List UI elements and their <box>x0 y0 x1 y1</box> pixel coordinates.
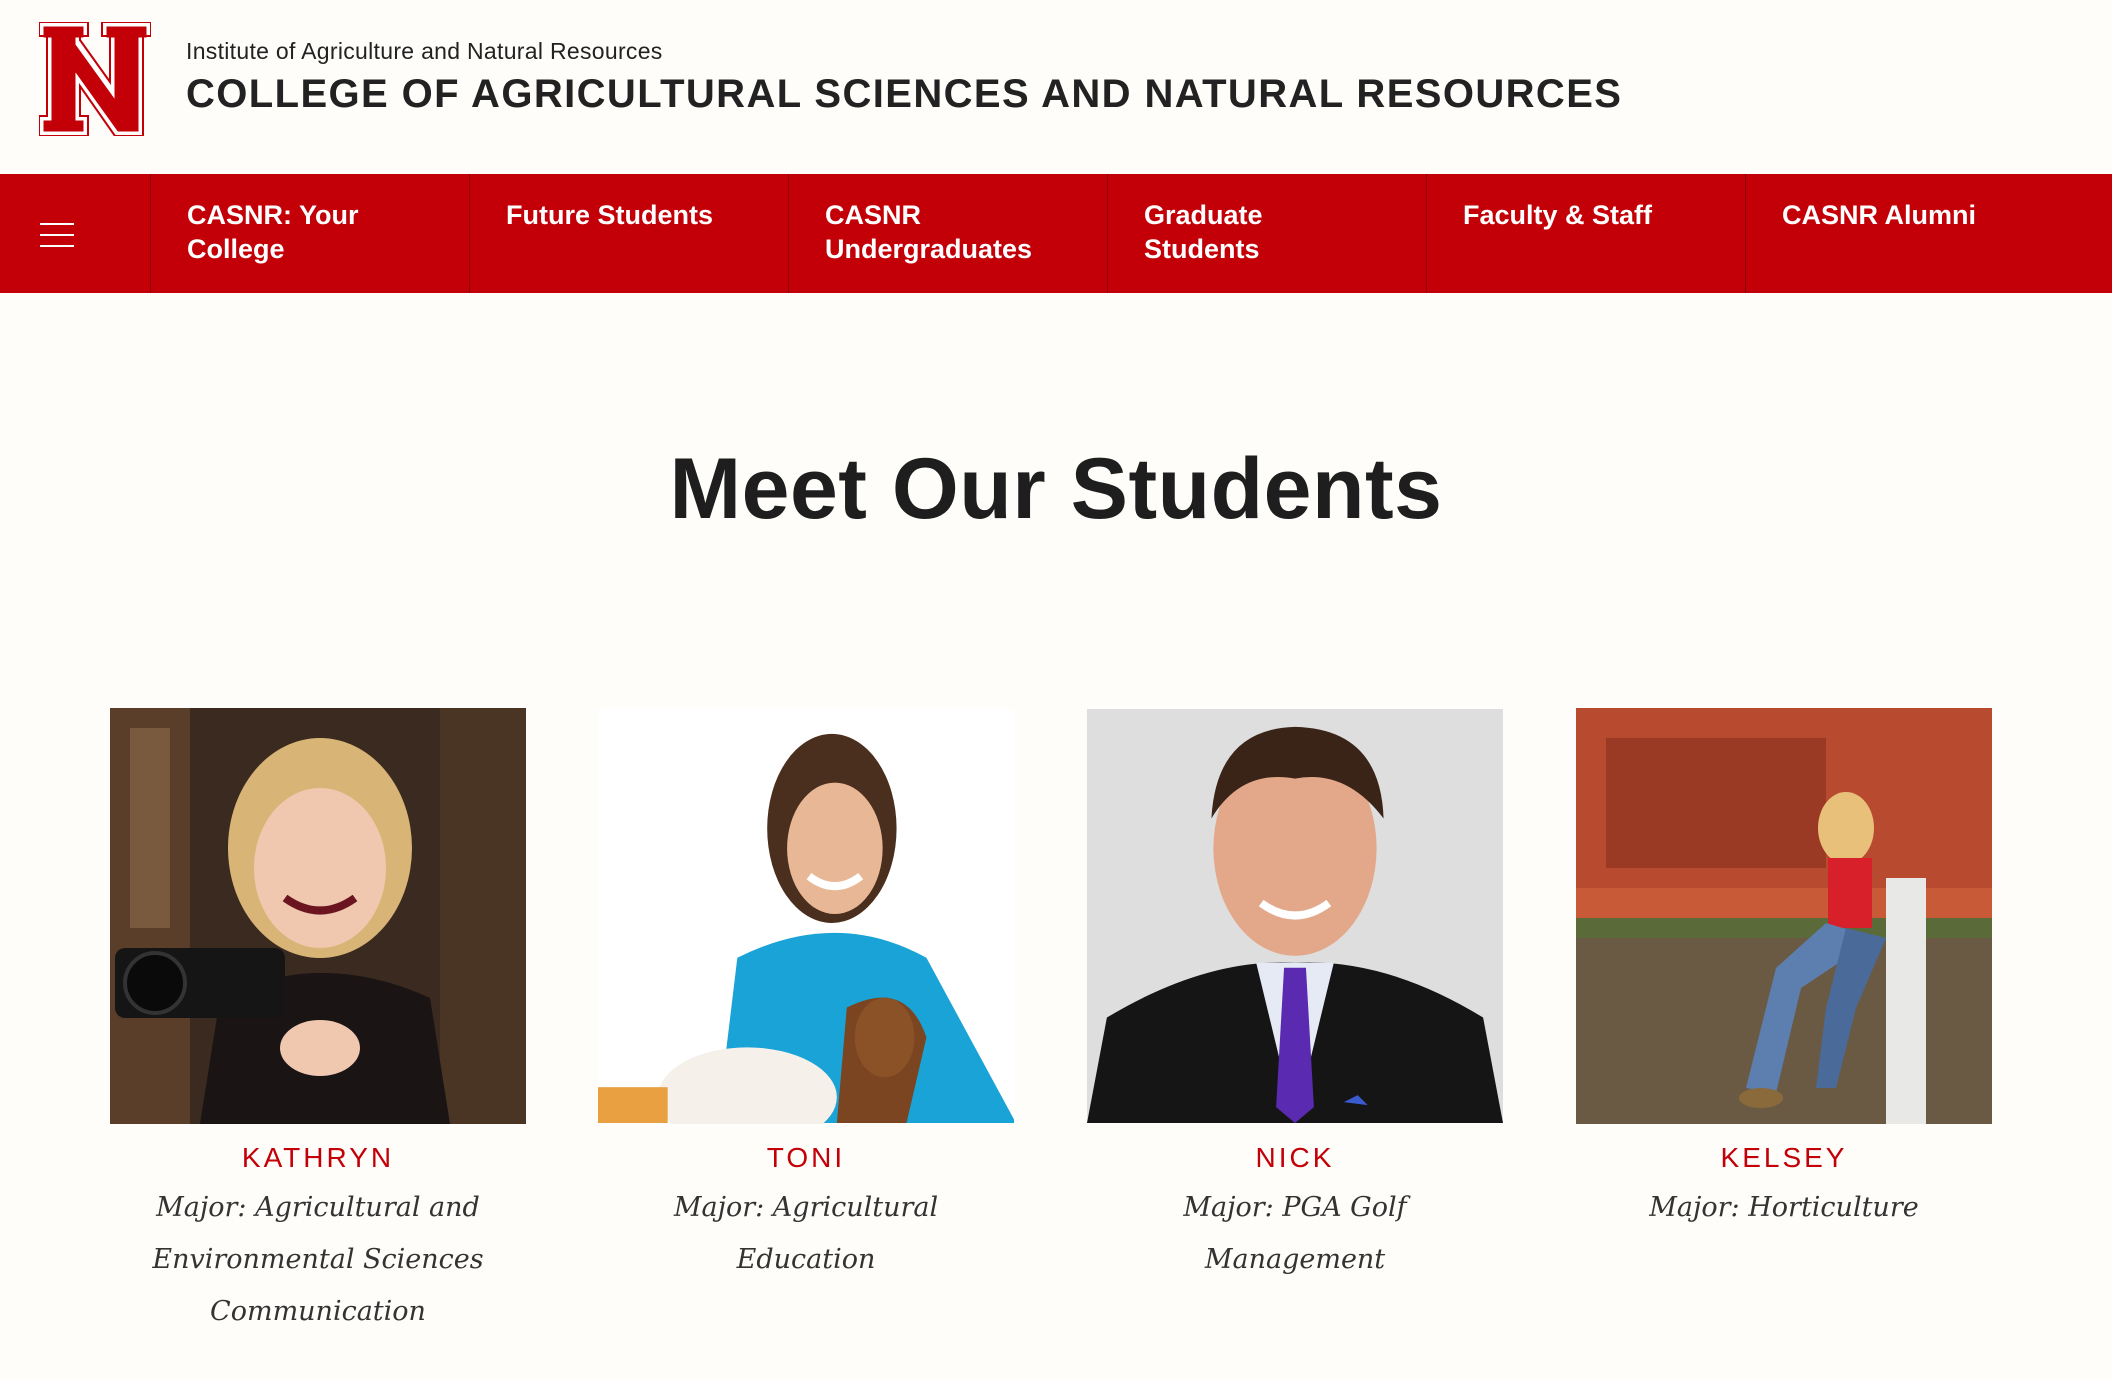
main-navigation: CASNR: Your College Future Students CASN… <box>0 174 2112 293</box>
nav-item-faculty-staff[interactable]: Faculty & Staff <box>1427 174 1746 293</box>
page-title: Meet Our Students <box>669 441 1443 537</box>
student-card: KELSEY Major: Horticulture <box>1574 708 1994 1234</box>
student-card: NICK Major: PGA Golf Management <box>1085 708 1505 1286</box>
nav-item-undergraduates[interactable]: CASNR Undergraduates <box>789 174 1108 293</box>
student-major: Major: Agricultural and Environmental Sc… <box>152 1192 484 1327</box>
hamburger-menu-icon <box>40 223 74 247</box>
nebraska-n-logo[interactable] <box>39 22 151 136</box>
student-major: Major: PGA Golf Management <box>1183 1192 1407 1275</box>
student-photo[interactable] <box>110 708 526 1124</box>
student-name[interactable]: KELSEY <box>1574 1142 1994 1174</box>
nav-item-your-college[interactable]: CASNR: Your College <box>151 174 470 293</box>
student-photo[interactable] <box>598 708 1014 1124</box>
nav-item-future-students[interactable]: Future Students <box>470 174 789 293</box>
student-name[interactable]: TONI <box>596 1142 1016 1174</box>
student-major: Major: Agricultural Education <box>673 1192 939 1275</box>
site-header: Institute of Agriculture and Natural Res… <box>0 0 2112 174</box>
student-photo[interactable] <box>1576 708 1992 1124</box>
student-name[interactable]: KATHRYN <box>108 1142 528 1174</box>
student-name[interactable]: NICK <box>1085 1142 1505 1174</box>
student-photo[interactable] <box>1087 708 1503 1124</box>
student-card: TONI Major: Agricultural Education <box>596 708 1016 1286</box>
hamburger-menu-button[interactable] <box>0 174 151 293</box>
student-major: Major: Horticulture <box>1649 1192 1919 1223</box>
student-card: KATHRYN Major: Agricultural and Environm… <box>108 708 528 1338</box>
institute-name[interactable]: Institute of Agriculture and Natural Res… <box>186 38 663 65</box>
nav-item-alumni[interactable]: CASNR Alumni <box>1746 174 2065 293</box>
nav-item-graduate-students[interactable]: Graduate Students <box>1108 174 1427 293</box>
college-name[interactable]: COLLEGE OF AGRICULTURAL SCIENCES AND NAT… <box>186 72 1622 117</box>
